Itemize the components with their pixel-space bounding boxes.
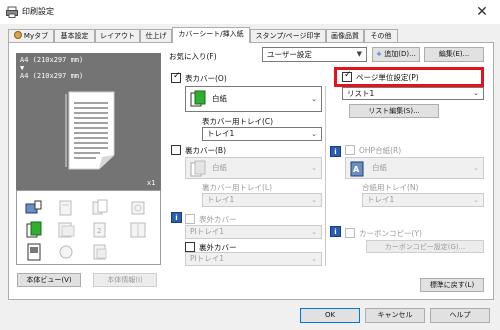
add-favorite-button[interactable]: + 追加(D)... [372,47,420,62]
back-cover-checkbox[interactable] [171,145,181,155]
svg-text:A: A [353,165,360,174]
ohp-label: OHP合紙(R) [359,146,402,155]
column-separator [325,86,326,266]
highlight-box [334,67,484,87]
carbon-copy-settings-button[interactable]: カーボンコピー設定(G)... [366,240,484,253]
front-cover-checkbox[interactable]: ✓ [171,71,181,83]
preview-copies: x1 [147,179,156,187]
device-view-button[interactable]: 本体ビュー(V) [17,273,81,287]
ok-button[interactable]: OK [300,308,360,323]
help-button[interactable]: ヘルプ [430,308,490,323]
chevron-down-icon: ⌄ [311,130,317,138]
overlay-icon [93,244,107,260]
booklet-icon [130,222,146,238]
page-preview-image [65,91,115,170]
front-cover-tray-label: 表カバー用トレイ(C) [202,117,274,126]
front-outer-select[interactable]: PIトレイ1 ⌄ [185,225,322,239]
tab-my-tab[interactable]: Myタブ [8,29,54,42]
front-outer-label: 表外カバー [199,215,237,224]
preview-size-2: A4 (210x297 mm) [20,72,84,80]
info-icon[interactable]: i [330,146,341,157]
front-cover-paper-select[interactable]: 白紙 ⌄ [185,86,322,112]
restore-defaults-button[interactable]: 標準に戻す(L) [420,278,484,292]
user-icon [13,31,22,39]
chevron-down-icon: ⌄ [473,89,479,97]
edit-favorite-button[interactable]: 編集(E)... [424,47,484,62]
preview-pane: A4 (210x297 mm) ▼ A4 (210x297 mm) x1 [16,53,161,190]
fold-icon [131,201,145,215]
chevron-down-icon: ⌄ [311,164,317,172]
close-button[interactable]: ✕ [474,4,490,20]
preview-arrow: ▼ [20,64,25,72]
per-page-list-select[interactable]: リスト1 ⌄ [342,87,484,100]
preview-size-1: A4 (210x297 mm) [20,56,84,64]
chevron-down-icon: ▼ [356,50,362,58]
stamp-icon [59,245,73,259]
chevron-down-icon: ⌄ [311,255,317,263]
chevron-down-icon: ⌄ [473,164,479,172]
staple-icon [59,200,72,216]
title-bar: 印刷設定 ✕ [0,0,500,24]
feature-icons-panel: 2 [16,190,161,265]
duplex-icon [92,199,108,215]
plus-icon: + [376,50,383,58]
back-outer-checkbox[interactable] [185,242,195,252]
svg-text:2: 2 [97,227,101,235]
ohp-tray-label: 合紙用トレイ(N) [362,183,419,192]
chevron-down-icon: ⌄ [311,196,317,204]
device-info-button[interactable]: 本体情報(I) [93,273,157,287]
back-cover-paper-select[interactable]: 白紙 ⌄ [185,157,322,179]
printer-icon [6,6,18,18]
tab-other[interactable]: その他 [364,29,398,42]
chevron-down-icon: ⌄ [311,228,317,236]
back-cover-label: 裏カバー(B) [185,146,226,155]
output-tray-icon [25,200,42,214]
chapter-icon: 2 [93,222,106,238]
favorites-label: お気に入り(F) [169,52,217,61]
ohp-tray-select[interactable]: トレイ1 ⌄ [362,193,484,207]
paper-icon [190,160,206,177]
chevron-down-icon: ⌄ [311,95,317,103]
info-icon[interactable]: i [330,226,341,237]
carbon-copy-checkbox[interactable] [345,228,355,238]
tab-layout[interactable]: レイアウト [95,29,140,42]
carbon-copy-label: カーボンコピー(Y) [359,229,422,238]
tab-finishing[interactable]: 仕上げ [140,29,172,42]
window-title: 印刷設定 [22,7,54,16]
ohp-checkbox[interactable] [345,145,355,155]
insert-sheet-icon [58,222,75,238]
tab-basic[interactable]: 基本設定 [54,29,95,42]
front-cover-tray-select[interactable]: トレイ1 ⌄ [202,127,322,141]
back-cover-tray-label: 裏カバー用トレイ(L) [202,183,273,192]
info-icon[interactable]: i [171,212,182,223]
ohp-paper-icon: A [350,161,364,177]
back-outer-select[interactable]: PIトレイ1 ⌄ [185,252,322,266]
back-cover-tray-select[interactable]: トレイ1 ⌄ [202,193,322,207]
list-edit-button[interactable]: リスト編集(S)... [349,104,439,118]
check-icon: ✓ [173,71,181,81]
tab-bar: Myタブ 基本設定 レイアウト 仕上げ カバーシート/挿入紙 スタンプ/ページ印… [8,27,494,43]
colored-paper-icon [190,90,206,107]
chevron-down-icon: ⌄ [473,196,479,204]
favorites-select[interactable]: ユーザー設定 ▼ [262,47,367,62]
tab-stamp-page[interactable]: スタンプ/ページ印字 [250,29,326,42]
tab-image-quality[interactable]: 画像品質 [326,29,364,42]
ohp-paper-select[interactable]: A 白紙 ⌄ [345,157,484,179]
front-cover-label: 表カバー(O) [185,74,227,83]
cancel-button[interactable]: キャンセル [365,308,425,323]
front-outer-checkbox[interactable] [185,214,195,224]
tab-cover-insert[interactable]: カバーシート/挿入紙 [172,27,250,43]
page-setting-icon [27,243,41,261]
cover-sheet-icon [26,221,42,238]
